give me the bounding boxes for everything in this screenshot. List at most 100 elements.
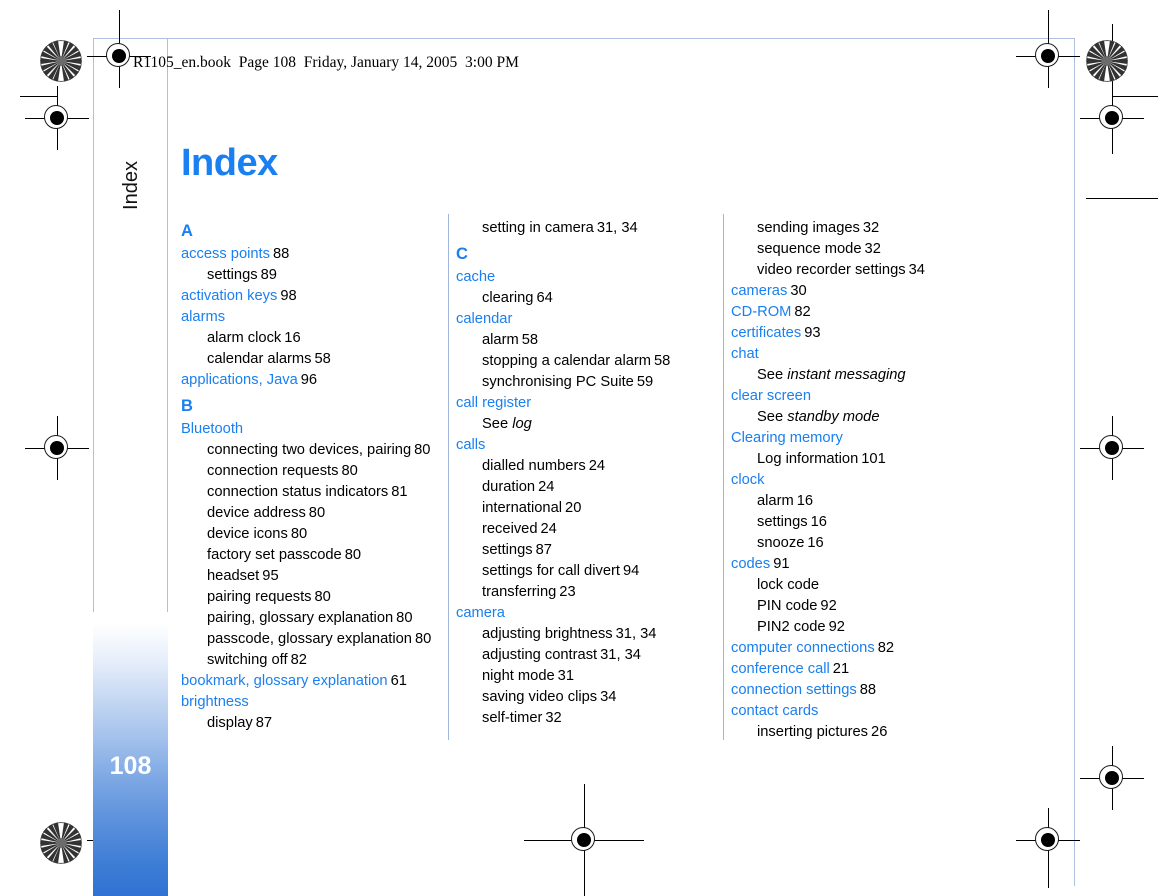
index-entry[interactable]: Clearing memory <box>731 428 983 449</box>
index-subentry[interactable]: setting in camera 31, 34 <box>456 218 708 239</box>
index-entry[interactable]: activation keys 98 <box>181 286 433 307</box>
index-entry[interactable]: codes 91 <box>731 554 983 575</box>
index-page-number: 94 <box>622 563 640 579</box>
index-page-number: 80 <box>308 505 326 521</box>
index-page-number: 34 <box>600 689 617 705</box>
index-page-number: 80 <box>344 547 362 563</box>
page-frame-right <box>1074 38 1075 886</box>
index-page-number: 32 <box>545 710 562 726</box>
index-subentry[interactable]: pairing, glossary explanation 80 <box>181 608 433 629</box>
index-subentry[interactable]: calendar alarms 58 <box>181 349 433 370</box>
index-subentry[interactable]: adjusting brightness 31, 34 <box>456 624 708 645</box>
index-subentry[interactable]: lock code <box>731 575 983 596</box>
index-page-number: 87 <box>535 542 552 558</box>
index-entry[interactable]: alarms <box>181 307 433 328</box>
index-entry[interactable]: bookmark, glossary explanation 61 <box>181 671 433 692</box>
index-page-number: 82 <box>794 304 811 320</box>
index-entry[interactable]: call register <box>456 393 708 414</box>
index-page-number: 80 <box>414 631 432 647</box>
index-subentry[interactable]: snooze 16 <box>731 533 983 554</box>
index-entry[interactable]: calendar <box>456 309 708 330</box>
index-entry[interactable]: chat <box>731 344 983 365</box>
index-page-number: 80 <box>290 526 308 542</box>
index-page-number: 80 <box>414 442 431 458</box>
index-entry[interactable]: certificates 93 <box>731 323 983 344</box>
index-entry[interactable]: clear screen <box>731 386 983 407</box>
index-subentry[interactable]: saving video clips 34 <box>456 687 708 708</box>
index-subentry[interactable]: settings 89 <box>181 265 433 286</box>
index-crossref-target: instant messaging <box>787 367 906 383</box>
index-page-number: 101 <box>861 451 886 467</box>
index-subentry[interactable]: inserting pictures 26 <box>731 722 983 743</box>
index-entry[interactable]: brightness <box>181 692 433 713</box>
index-subentry[interactable]: switching off 82 <box>181 650 433 671</box>
index-entry[interactable]: clock <box>731 470 983 491</box>
index-subentry[interactable]: See standby mode <box>731 407 983 428</box>
index-subentry[interactable]: passcode, glossary explanation 80 <box>181 629 433 650</box>
index-subentry[interactable]: connection status indicators 81 <box>181 482 433 503</box>
index-entry[interactable]: computer connections 82 <box>731 638 983 659</box>
index-entry[interactable]: cameras 30 <box>731 281 983 302</box>
index-subentry[interactable]: alarm 16 <box>731 491 983 512</box>
index-subentry[interactable]: settings 87 <box>456 540 708 561</box>
index-page-number: 88 <box>859 682 877 698</box>
index-page-number: 16 <box>807 535 824 551</box>
index-subentry[interactable]: duration 24 <box>456 477 708 498</box>
index-subentry[interactable]: sequence mode 32 <box>731 239 983 260</box>
index-entry[interactable]: access points 88 <box>181 244 433 265</box>
index-entry[interactable]: camera <box>456 603 708 624</box>
index-entry[interactable]: calls <box>456 435 708 456</box>
index-subentry[interactable]: stopping a calendar alarm 58 <box>456 351 708 372</box>
index-subentry[interactable]: sending images 32 <box>731 218 983 239</box>
running-head: R1105_en.book Page 108 Friday, January 1… <box>133 54 519 71</box>
index-page-number: 34 <box>908 262 925 278</box>
index-subentry[interactable]: factory set passcode 80 <box>181 545 433 566</box>
page-frame-top <box>93 38 1075 39</box>
index-subentry[interactable]: display 87 <box>181 713 433 734</box>
index-subentry[interactable]: video recorder settings 34 <box>731 260 983 281</box>
index-page-number: 61 <box>390 673 407 689</box>
index-page-number: 87 <box>255 715 273 731</box>
index-subentry[interactable]: PIN code 92 <box>731 596 983 617</box>
index-subentry[interactable]: synchronising PC Suite 59 <box>456 372 708 393</box>
index-subentry[interactable]: Log information 101 <box>731 449 983 470</box>
index-entry[interactable]: cache <box>456 267 708 288</box>
index-entry[interactable]: Bluetooth <box>181 419 433 440</box>
index-subentry[interactable]: received 24 <box>456 519 708 540</box>
index-entry[interactable]: applications, Java 96 <box>181 370 433 391</box>
index-subentry[interactable]: device icons 80 <box>181 524 433 545</box>
index-subentry[interactable]: transferring 23 <box>456 582 708 603</box>
index-page-number: 24 <box>540 521 557 537</box>
index-page-number: 58 <box>654 353 671 369</box>
crop-mark-top-left-h <box>20 96 58 97</box>
index-subentry[interactable]: alarm clock 16 <box>181 328 433 349</box>
side-tab-index: Index <box>103 140 159 230</box>
index-subentry[interactable]: connection requests 80 <box>181 461 433 482</box>
index-subentry[interactable]: clearing 64 <box>456 288 708 309</box>
index-subentry[interactable]: international 20 <box>456 498 708 519</box>
index-subentry[interactable]: connecting two devices, pairing 80 <box>181 440 433 461</box>
index-subentry[interactable]: adjusting contrast 31, 34 <box>456 645 708 666</box>
index-subentry[interactable]: self-timer 32 <box>456 708 708 729</box>
index-page-number: 89 <box>260 267 277 283</box>
index-page-number: 59 <box>636 374 654 390</box>
index-subentry[interactable]: settings for call divert 94 <box>456 561 708 582</box>
index-subentry[interactable]: See log <box>456 414 708 435</box>
index-entry[interactable]: CD-ROM 82 <box>731 302 983 323</box>
index-subentry[interactable]: pairing requests 80 <box>181 587 433 608</box>
index-subentry[interactable]: dialled numbers 24 <box>456 456 708 477</box>
index-subentry[interactable]: See instant messaging <box>731 365 983 386</box>
index-entry[interactable]: contact cards <box>731 701 983 722</box>
index-subentry[interactable]: night mode 31 <box>456 666 708 687</box>
index-page-number: 31, 34 <box>600 647 641 663</box>
index-page-number: 58 <box>314 351 331 367</box>
index-subentry[interactable]: settings 16 <box>731 512 983 533</box>
index-subentry[interactable]: PIN2 code 92 <box>731 617 983 638</box>
index-entry[interactable]: connection settings 88 <box>731 680 983 701</box>
index-subentry[interactable]: alarm 58 <box>456 330 708 351</box>
index-page-number: 31 <box>557 668 575 684</box>
index-subentry[interactable]: headset 95 <box>181 566 433 587</box>
index-entry[interactable]: conference call 21 <box>731 659 983 680</box>
index-page-number: 30 <box>790 283 807 299</box>
index-subentry[interactable]: device address 80 <box>181 503 433 524</box>
